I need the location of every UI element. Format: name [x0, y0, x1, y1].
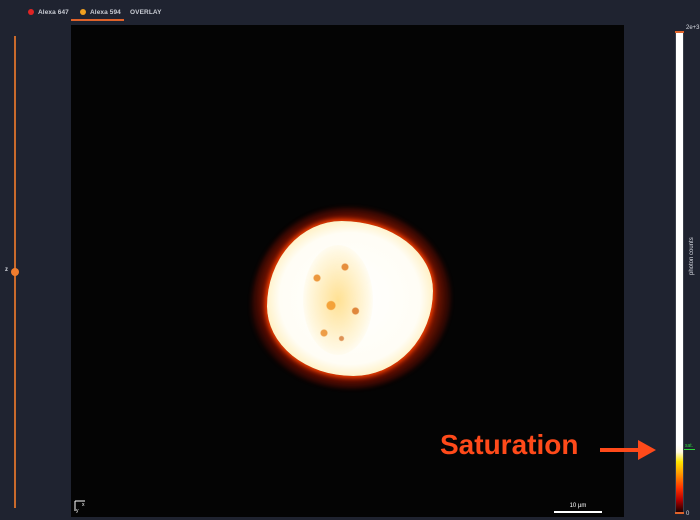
scale-bar — [554, 511, 602, 513]
cell-texture — [303, 245, 373, 355]
colorbar-min-label: 0 — [686, 511, 690, 517]
saturation-marker-label: sat. — [685, 443, 694, 449]
tab-label: Alexa 594 — [90, 8, 121, 16]
tab-alexa-594[interactable]: Alexa 594 — [80, 4, 121, 20]
axis-orientation-icon: x y — [74, 500, 85, 513]
saturation-marker — [684, 449, 695, 450]
z-slider-thumb[interactable] — [11, 268, 19, 276]
tab-label: Alexa 647 — [38, 8, 69, 16]
active-tab-indicator — [71, 19, 124, 21]
channel-color-dot-icon — [28, 9, 34, 15]
tab-label: OVERLAY — [130, 8, 162, 16]
annotation-arrow-shaft — [600, 448, 640, 452]
z-slider-label: z — [5, 267, 8, 273]
channel-tab-bar: Alexa 647 Alexa 594 OVERLAY — [0, 0, 700, 22]
colorbar[interactable] — [675, 32, 684, 513]
colorbar-max-label: 2e+3 — [686, 25, 700, 31]
axis-y-label: y — [76, 508, 79, 513]
axis-x-label: x — [82, 502, 85, 508]
tab-overlay[interactable]: OVERLAY — [130, 4, 162, 20]
colorbar-max-handle[interactable] — [675, 31, 684, 33]
tab-alexa-647[interactable]: Alexa 647 — [28, 4, 69, 20]
saturation-annotation: Saturation — [440, 429, 579, 460]
colorbar-min-handle[interactable] — [675, 512, 684, 514]
annotation-arrow-icon — [638, 440, 656, 460]
scale-bar-label: 10 µm — [569, 503, 587, 509]
channel-color-dot-icon — [80, 9, 86, 15]
colorbar-axis-label: photon counts — [689, 237, 695, 275]
